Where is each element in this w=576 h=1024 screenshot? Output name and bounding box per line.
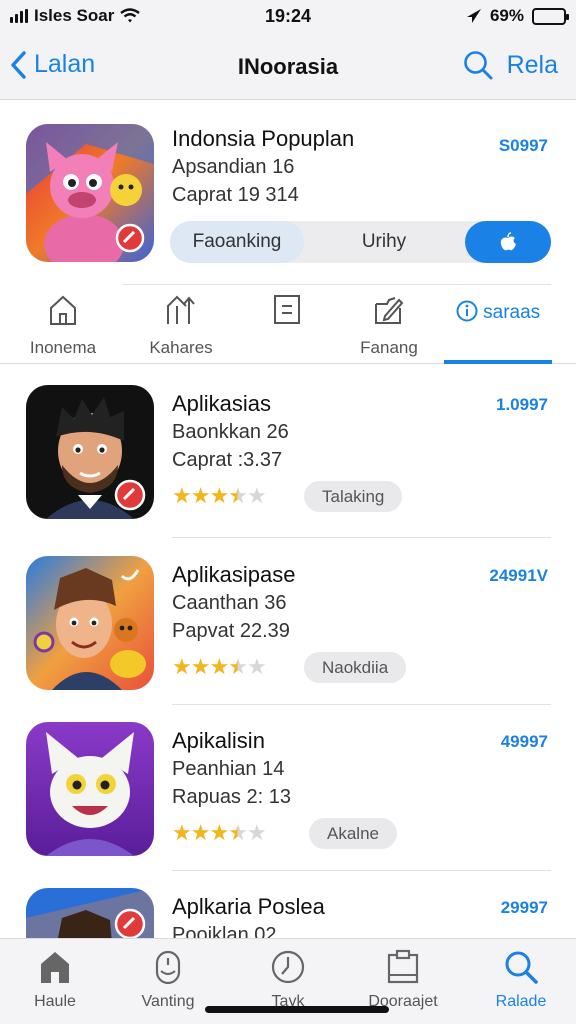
app-detail: Caprat :3.37: [172, 449, 283, 471]
star-filled-icon: ★: [190, 820, 211, 845]
app-action-button[interactable]: Akalne: [309, 818, 397, 849]
star-empty-icon: ★: [246, 483, 267, 508]
document-icon: [274, 295, 300, 324]
home-icon: [50, 295, 76, 325]
info-icon: [456, 300, 478, 322]
tab-document[interactable]: [232, 294, 342, 364]
app-number: 29997: [500, 898, 548, 917]
home-indicator: [205, 1006, 389, 1013]
star-rating: ★★★★★: [172, 483, 267, 509]
arrows-icon: [167, 295, 195, 324]
star-filled-icon: ★: [172, 820, 192, 845]
app-number: 1.0997: [496, 395, 548, 414]
nav-right: Rela: [463, 50, 558, 80]
nav-right-button[interactable]: Rela: [507, 51, 558, 80]
tab-bar-label: Haule: [34, 993, 76, 1010]
home-icon: [41, 952, 69, 983]
app-icon-cartoon-man[interactable]: [26, 556, 154, 690]
tab-bar-vanting[interactable]: Vanting: [113, 949, 223, 1011]
app-icon-pink-character[interactable]: [26, 124, 154, 262]
tab-saraas-label: saraas: [483, 302, 541, 323]
edit-icon: [375, 297, 404, 324]
featured-app-detail: Caprat 19 314: [172, 184, 299, 206]
apple-icon: [500, 232, 516, 251]
tab-home-label: Inonema: [29, 338, 97, 357]
tab-bar-label: Ralade: [495, 993, 547, 1010]
list-item[interactable]: Aplikasias Baonkkan 26 Caprat :3.37 1.09…: [0, 365, 576, 531]
tab-kahares[interactable]: Kahares: [126, 294, 236, 364]
star-empty-icon: ★: [246, 820, 267, 845]
app-name: Aplkaria Poslea: [172, 894, 325, 919]
star-filled-icon: ★: [209, 654, 229, 679]
featured-app-number: S0997: [498, 136, 548, 155]
category-tabs: Inonema Kahares Fanang saraas: [0, 284, 576, 364]
active-tab-indicator: [444, 360, 552, 364]
app-name: Apikalisin: [172, 728, 265, 753]
tab-bar-tayk[interactable]: Tayk: [233, 949, 343, 1011]
location-arrow-icon: [466, 9, 481, 23]
status-bar: Isles Soar 19:24 69%: [0, 0, 576, 34]
mouse-icon: [155, 950, 181, 985]
featured-app[interactable]: Indonsia Popuplan Apsandian 16 Caprat 19…: [0, 100, 576, 284]
star-filled-icon: ★: [190, 483, 211, 508]
app-number: 49997: [500, 732, 548, 751]
star-filled-icon: ★: [190, 654, 211, 679]
clipboard-icon: [387, 949, 419, 984]
clock-icon: [271, 950, 305, 984]
app-subtitle: Caanthan 36: [172, 592, 287, 614]
tab-bar-dooraajet[interactable]: Dooraajet: [348, 949, 458, 1011]
app-detail: Rapuas 2: 13: [172, 786, 291, 808]
star-half-icon: ★: [228, 654, 248, 679]
search-icon: [505, 951, 538, 984]
star-filled-icon: ★: [209, 820, 229, 845]
app-name: Aplikasias: [172, 391, 272, 416]
search-icon[interactable]: [463, 50, 493, 80]
tab-home[interactable]: Inonema: [8, 294, 118, 364]
app-action-button[interactable]: Naokdiia: [304, 652, 407, 683]
segmented-control: Faoanking Urihy: [170, 221, 551, 263]
tab-saraas[interactable]: saraas: [445, 300, 551, 324]
app-detail: Papvat 22.39: [172, 620, 290, 642]
status-right: 69%: [466, 6, 569, 26]
battery-percent: 69%: [489, 6, 524, 25]
navigation-bar: Lalan INoorasia Rela: [0, 34, 576, 100]
app-subtitle: Peanhian 14: [172, 758, 285, 780]
star-half-icon: ★: [228, 820, 248, 845]
star-filled-icon: ★: [172, 483, 192, 508]
apple-button[interactable]: [465, 221, 551, 263]
battery-icon: [532, 7, 569, 25]
app-icon-bearded-man[interactable]: [26, 385, 154, 519]
segment-ranking[interactable]: Faoanking: [170, 221, 304, 263]
tab-kahares-label: Kahares: [149, 338, 213, 357]
tab-bar-home[interactable]: Haule: [0, 949, 110, 1011]
featured-app-subtitle: Apsandian 16: [172, 156, 295, 178]
list-item[interactable]: Apikalisin Peanhian 14 Rapuas 2: 13 4999…: [0, 702, 576, 868]
featured-app-name: Indonsia Popuplan: [172, 126, 355, 151]
star-empty-icon: ★: [246, 654, 267, 679]
app-icon-white-cat[interactable]: [26, 722, 154, 856]
tab-bar-ralade[interactable]: Ralade: [466, 949, 576, 1011]
app-subtitle: Baonkkan 26: [172, 421, 289, 443]
segment-utility[interactable]: Urihy: [304, 221, 464, 263]
star-rating: ★★★★★: [172, 654, 267, 680]
star-half-icon: ★: [228, 483, 248, 508]
tab-fanang[interactable]: Fanang: [334, 294, 444, 364]
star-rating: ★★★★★: [172, 820, 267, 846]
tab-fanang-label: Fanang: [360, 338, 418, 357]
star-filled-icon: ★: [209, 483, 229, 508]
star-filled-icon: ★: [172, 654, 192, 679]
list-item[interactable]: Aplikasipase Caanthan 36 Papvat 22.39 24…: [0, 536, 576, 702]
app-number: 24991V: [489, 566, 548, 585]
app-name: Aplikasipase: [172, 562, 296, 587]
app-action-button[interactable]: Talaking: [304, 481, 403, 512]
